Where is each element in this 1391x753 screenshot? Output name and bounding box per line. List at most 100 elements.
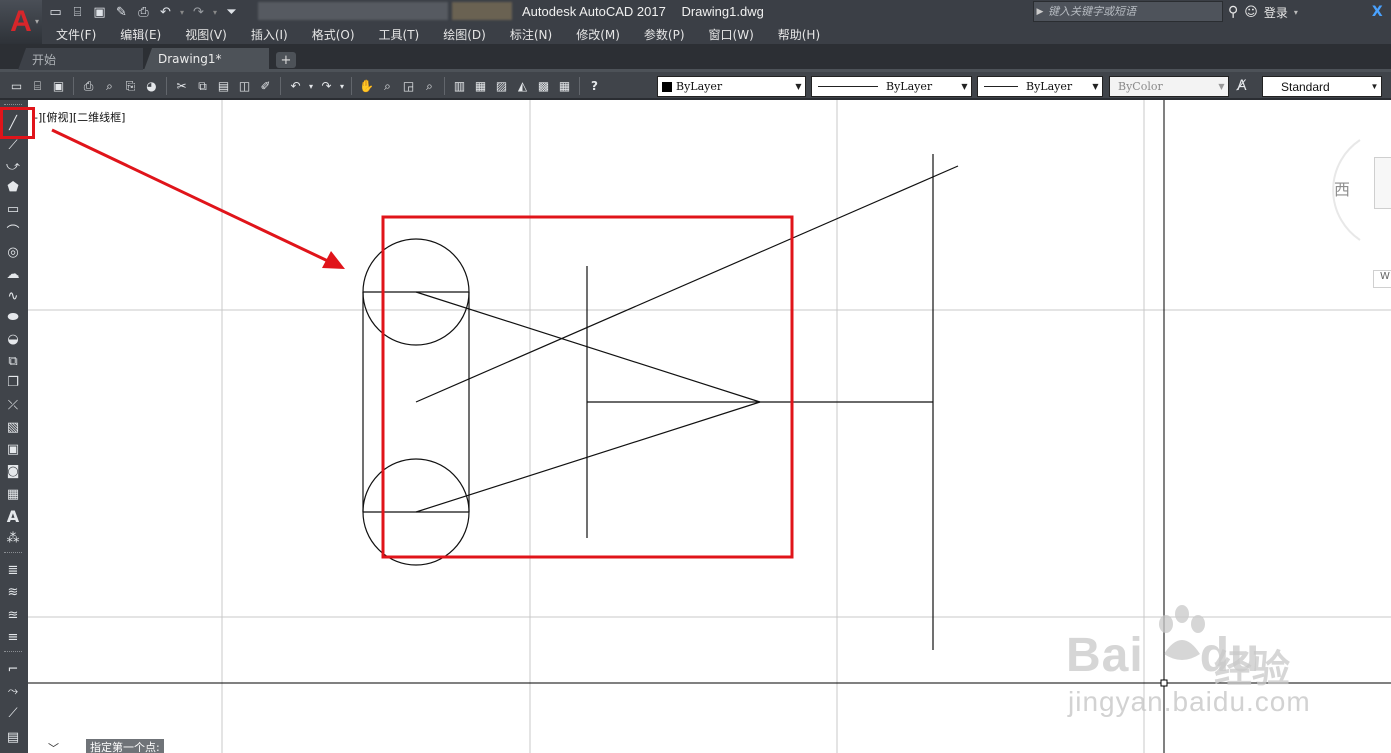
3d-print-icon[interactable]: ◕ [141, 76, 162, 96]
login-dropdown-icon[interactable]: ▾ [1294, 8, 1298, 17]
publish-icon[interactable]: ⎘ [120, 76, 141, 96]
tab-start[interactable]: 开始 [18, 48, 143, 70]
edit-polyline-icon[interactable]: ⌐ [3, 660, 23, 678]
add-selected-icon[interactable]: ⁂ [3, 529, 23, 547]
menu-insert[interactable]: 插入(I) [239, 26, 300, 43]
layer-previous-icon[interactable]: ≊ [3, 606, 23, 624]
redo-icon[interactable]: ↷ [189, 3, 208, 21]
customize-qat-icon[interactable]: ⏷ [222, 3, 241, 21]
multiline-text-icon[interactable]: A [3, 507, 23, 526]
arc-icon[interactable]: ⌒ [3, 221, 23, 240]
pan-hand-icon[interactable]: ✋ [356, 76, 377, 96]
binoculars-icon[interactable]: ⚲ [1228, 4, 1238, 20]
menu-edit[interactable]: 编辑(E) [108, 26, 173, 43]
table-icon[interactable]: ▦ [3, 485, 23, 503]
new-file-icon[interactable]: ▭ [6, 76, 27, 96]
save-icon[interactable]: ▣ [90, 3, 109, 21]
plotstyle-dropdown[interactable]: ByColor ▼ [1109, 76, 1229, 97]
zoom-previous-icon[interactable]: ⌕ [419, 76, 440, 96]
menu-view[interactable]: 视图(V) [173, 26, 239, 43]
tab-drawing1[interactable]: Drawing1* [144, 48, 269, 70]
edit-hatch-icon[interactable]: ⟋ [3, 704, 23, 722]
layer-state-icon[interactable]: ≋ [3, 583, 23, 601]
print-icon[interactable]: ⎙ [78, 76, 99, 96]
menu-format[interactable]: 格式(O) [300, 26, 367, 43]
exchange-icon[interactable]: X [1372, 4, 1383, 20]
expand-arrow-icon[interactable]: ▶ [1034, 7, 1046, 17]
undo-dropdown-icon[interactable]: ▾ [306, 76, 316, 96]
menu-parametric[interactable]: 参数(P) [632, 26, 697, 43]
polyline-icon[interactable]: ⤻ [3, 157, 23, 175]
open-folder-icon[interactable]: ⌸ [27, 76, 48, 96]
color-dropdown[interactable]: ByLayer ▼ [657, 76, 806, 97]
print-preview-icon[interactable]: ⌕ [99, 76, 120, 96]
edit-attribute-icon[interactable]: ▤ [3, 728, 23, 746]
undo-dropdown-icon[interactable]: ▾ [178, 8, 186, 17]
match-properties-icon[interactable]: ✐ [255, 76, 276, 96]
paste-icon[interactable]: ▤ [213, 76, 234, 96]
region-icon[interactable]: ◙ [3, 462, 23, 480]
sheet-set-icon[interactable]: ◭ [512, 76, 533, 96]
viewport-controls[interactable]: -][俯视][二维线框] [34, 109, 125, 125]
layer-isolate-icon[interactable]: ≡ [3, 628, 23, 646]
undo-icon[interactable]: ↶ [285, 76, 306, 96]
polygon-icon[interactable]: ⬟ [3, 178, 23, 196]
hatch-icon[interactable]: ▧ [3, 418, 23, 436]
viewcube[interactable] [1374, 157, 1391, 209]
command-history-chevron-icon[interactable]: ﹀ [48, 740, 59, 753]
menu-modify[interactable]: 修改(M) [564, 26, 632, 43]
markup-icon[interactable]: ▩ [533, 76, 554, 96]
new-tab-plus-icon[interactable]: + [276, 52, 296, 68]
print-icon[interactable]: ⎙ [134, 3, 153, 21]
rectangle-icon[interactable]: ▭ [3, 200, 23, 218]
gradient-icon[interactable]: ▣ [3, 440, 23, 458]
revision-cloud-icon[interactable]: ☁ [3, 265, 23, 283]
spline-icon[interactable]: ∿ [3, 287, 23, 305]
menu-help[interactable]: 帮助(H) [766, 26, 832, 43]
help-icon[interactable]: ? [584, 76, 605, 96]
tool-palettes-icon[interactable]: ▨ [491, 76, 512, 96]
insert-block-icon[interactable]: ⧉ [3, 352, 23, 370]
menu-window[interactable]: 窗口(W) [697, 26, 766, 43]
calculator-icon[interactable]: ▦ [554, 76, 575, 96]
undo-icon[interactable]: ↶ [156, 3, 175, 21]
redo-icon[interactable]: ↷ [316, 76, 337, 96]
circle-icon[interactable]: ◎ [3, 243, 23, 261]
open-folder-icon[interactable]: ⌸ [68, 3, 87, 21]
point-icon[interactable]: ⤫ [3, 396, 23, 414]
menu-file[interactable]: 文件(F) [42, 26, 108, 43]
linetype-dropdown[interactable]: ByLayer ▼ [811, 76, 972, 97]
lineweight-dropdown[interactable]: ByLayer ▼ [977, 76, 1103, 97]
layer-properties-icon[interactable]: ≣ [3, 561, 23, 579]
menu-draw[interactable]: 绘图(D) [431, 26, 498, 43]
wcs-menu[interactable]: W [1373, 270, 1391, 288]
redo-dropdown-icon[interactable]: ▾ [337, 76, 347, 96]
edit-spline-icon[interactable]: ⤳ [3, 682, 23, 700]
zoom-window-icon[interactable]: ◲ [398, 76, 419, 96]
menu-dimension[interactable]: 标注(N) [498, 26, 564, 43]
search-input[interactable] [1046, 2, 1222, 21]
redo-dropdown-icon[interactable]: ▾ [211, 8, 219, 17]
drawing-canvas[interactable] [28, 100, 1391, 753]
ellipse-icon[interactable]: ⬬ [3, 308, 23, 326]
file-title: Drawing1.dwg [681, 4, 764, 19]
copy-icon[interactable]: ⧉ [192, 76, 213, 96]
design-center-icon[interactable]: ▦ [470, 76, 491, 96]
zoom-realtime-icon[interactable]: ⌕ [377, 76, 398, 96]
new-file-icon[interactable]: ▭ [46, 3, 65, 21]
lineweight-preview [984, 86, 1018, 87]
viewcube-west-label[interactable]: 西 [1334, 176, 1350, 200]
ellipse-arc-icon[interactable]: ◒ [3, 330, 23, 348]
paste-special-icon[interactable]: ◫ [234, 76, 255, 96]
text-style-icon[interactable]: A̸ [1237, 78, 1247, 94]
text-style-dropdown[interactable]: Standard ▼ [1262, 76, 1382, 97]
make-block-icon[interactable]: ❐ [3, 373, 23, 391]
properties-icon[interactable]: ▥ [449, 76, 470, 96]
login-label[interactable]: 登录 [1264, 4, 1288, 21]
cut-icon[interactable]: ✂ [171, 76, 192, 96]
application-menu-button[interactable]: A ▾ [0, 0, 42, 44]
save-icon[interactable]: ▣ [48, 76, 69, 96]
save-as-icon[interactable]: ✎ [112, 3, 131, 21]
menu-tools[interactable]: 工具(T) [367, 26, 432, 43]
user-icon[interactable]: ☺ [1244, 5, 1258, 20]
